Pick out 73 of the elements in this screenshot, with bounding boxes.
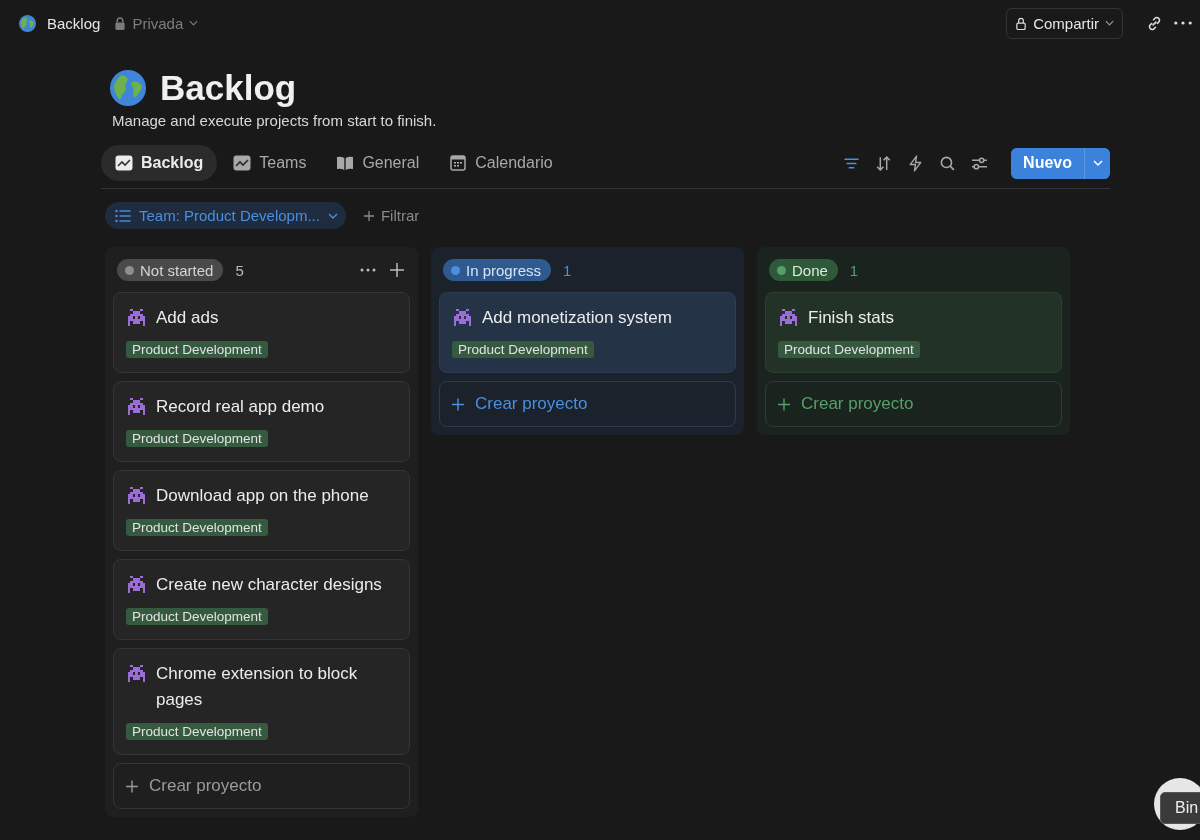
card-title: Add monetization system bbox=[482, 307, 672, 329]
chart-icon bbox=[115, 155, 133, 171]
caret-icon bbox=[1105, 20, 1114, 26]
search-icon[interactable] bbox=[939, 154, 957, 172]
team-tag: Product Development bbox=[126, 341, 268, 358]
globe-icon bbox=[108, 68, 148, 108]
more-icon[interactable] bbox=[360, 268, 376, 272]
alien-icon bbox=[452, 309, 473, 326]
create-project-button[interactable]: Crear proyecto bbox=[113, 763, 410, 809]
book-icon bbox=[336, 155, 355, 171]
project-card[interactable]: Chrome extension to block pages Product Development bbox=[113, 648, 410, 755]
settings-icon[interactable] bbox=[971, 154, 989, 172]
card-count: 5 bbox=[235, 261, 244, 279]
alien-icon bbox=[126, 309, 147, 326]
new-options-button[interactable] bbox=[1084, 147, 1110, 179]
sort-icon[interactable] bbox=[875, 154, 893, 172]
status-label: Not started bbox=[140, 261, 214, 279]
team-tag: Product Development bbox=[126, 430, 268, 447]
status-label: In progress bbox=[466, 261, 542, 279]
list-icon bbox=[115, 208, 131, 223]
team-tag: Product Development bbox=[778, 341, 920, 358]
project-card[interactable]: Download app on the phone Product Development bbox=[113, 470, 410, 551]
alien-icon bbox=[126, 487, 147, 504]
project-card[interactable]: Create new character designs Product Development bbox=[113, 559, 410, 640]
alien-icon bbox=[126, 398, 147, 415]
view-tab[interactable]: Calendario bbox=[435, 145, 567, 181]
card-title: Record real app demo bbox=[156, 396, 325, 418]
card-title: Chrome extension to block pages bbox=[156, 663, 359, 711]
view-tab[interactable]: Backlog bbox=[101, 145, 218, 181]
plus-icon[interactable] bbox=[390, 263, 404, 277]
create-project-button[interactable]: Crear proyecto bbox=[765, 381, 1062, 427]
team-tag: Product Development bbox=[126, 723, 268, 740]
caret-icon bbox=[1092, 158, 1103, 168]
filter-chip[interactable]: Team: Product Developm... bbox=[105, 202, 346, 229]
plus-icon bbox=[126, 779, 138, 793]
status-label: Done bbox=[792, 261, 828, 279]
card-title: Finish stats bbox=[808, 307, 894, 329]
create-project-button[interactable]: Crear proyecto bbox=[439, 381, 736, 427]
card-count: 1 bbox=[849, 261, 859, 279]
card-title: Add ads bbox=[156, 307, 219, 329]
plus-icon bbox=[778, 397, 790, 411]
globe-icon bbox=[18, 13, 37, 33]
new-button[interactable]: Nuevo bbox=[1011, 147, 1084, 179]
alien-icon bbox=[778, 309, 799, 326]
lock-icon bbox=[1015, 16, 1028, 30]
team-tag: Product Development bbox=[126, 519, 268, 536]
project-card[interactable]: Record real app demo Product Development bbox=[113, 381, 410, 462]
privacy-dropdown[interactable]: Privada bbox=[110, 14, 203, 32]
caret-icon bbox=[189, 20, 199, 26]
project-card[interactable]: Add monetization system Product Development bbox=[439, 292, 736, 373]
alien-icon bbox=[126, 576, 147, 593]
card-title: Create new character designs bbox=[156, 574, 382, 596]
view-tab[interactable]: General bbox=[322, 145, 434, 181]
add-filter-button[interactable]: Filtrar bbox=[357, 206, 426, 225]
alien-icon bbox=[126, 665, 147, 682]
chart-icon bbox=[233, 155, 252, 171]
tooltip: Bin bbox=[1160, 792, 1200, 824]
more-icon[interactable] bbox=[1174, 21, 1192, 25]
card-title: Download app on the phone bbox=[156, 485, 369, 507]
team-tag: Product Development bbox=[126, 608, 268, 625]
plus-icon bbox=[452, 397, 464, 411]
plus-icon bbox=[363, 210, 374, 221]
share-button[interactable]: Compartir bbox=[1006, 7, 1123, 39]
card-count: 1 bbox=[563, 261, 572, 279]
team-tag: Product Development bbox=[452, 341, 594, 358]
lock-icon bbox=[114, 16, 127, 30]
view-tab[interactable]: Teams bbox=[219, 145, 321, 181]
page-title[interactable]: Backlog bbox=[47, 14, 101, 32]
page-heading: Backlog bbox=[160, 68, 297, 108]
calendar-icon bbox=[449, 155, 468, 171]
page-description: Manage and execute projects from start to finish. bbox=[112, 112, 438, 129]
project-card[interactable]: Finish stats Product Development bbox=[765, 292, 1062, 373]
project-card[interactable]: Add ads Product Development bbox=[113, 292, 410, 373]
